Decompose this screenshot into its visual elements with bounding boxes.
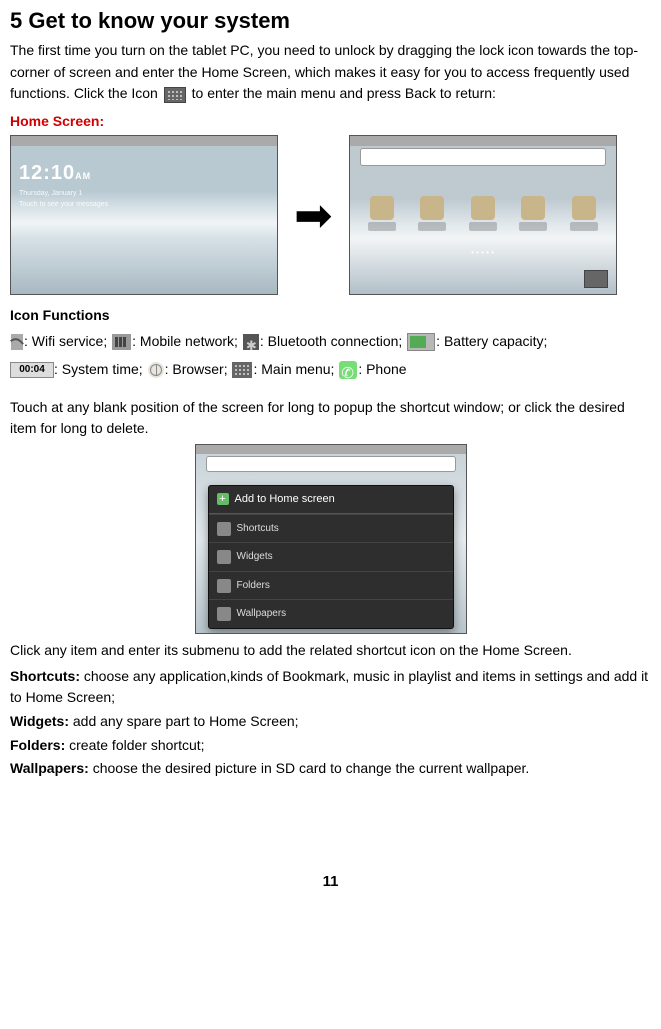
row-label: Shortcuts [237,521,279,537]
dialog-row-wallpapers: Wallpapers [209,599,453,628]
mobile-label: : Mobile network; [132,333,238,349]
def-widgets-text: add any spare part to Home Screen; [69,713,299,729]
homescreen-screenshot: • • • • • [349,135,617,295]
row-label: Widgets [237,549,273,565]
menu-label: : Main menu; [253,361,334,377]
browser-icon [148,362,164,378]
section-title-text: Get to know your system [28,8,290,33]
dialog-row-shortcuts: Shortcuts [209,514,453,543]
page-number: 11 [10,870,651,893]
app-icon [368,196,396,228]
def-wallpapers: Wallpapers: choose the desired picture i… [10,758,651,780]
search-bar [360,148,606,166]
bt-label: : Bluetooth connection; [260,333,402,349]
lock-day: Thursday, January 1 [19,189,108,200]
icon-functions-line1: : Wifi service; : Mobile network; : Blue… [10,327,651,355]
def-folders-text: create folder shortcut; [65,737,204,753]
browser-label: : Browser; [165,361,228,377]
battery-icon [407,333,435,351]
row-label: Wallpapers [237,606,287,622]
bluetooth-icon [243,334,259,350]
screenshot-row: 12:10AM Thursday, January 1 Touch to see… [10,135,651,295]
main-menu-icon [232,362,252,378]
section-heading: 5 Get to know your system [10,4,651,38]
page-dots: • • • • • [350,247,616,259]
mobile-network-icon [112,334,131,350]
dialog-header: + Add to Home screen [209,486,453,514]
arrow-right-icon: ➡ [294,192,333,238]
status-bar [11,136,277,146]
wifi-label: : Wifi service; [24,333,107,349]
row-icon [217,522,231,536]
def-shortcuts: Shortcuts: choose any application,kinds … [10,666,651,709]
row-label: Folders [237,578,270,594]
status-bar [350,136,616,146]
add-to-home-dialog: + Add to Home screen Shortcuts Widgets F… [208,485,454,629]
plus-icon: + [217,493,229,505]
def-folders: Folders: create folder shortcut; [10,735,651,757]
popup-screenshot: + Add to Home screen Shortcuts Widgets F… [195,444,467,634]
menu-tray-icon [584,270,608,288]
dialog-title: Add to Home screen [235,491,335,508]
def-wallpapers-label: Wallpapers: [10,760,89,776]
batt-label: : Battery capacity; [436,333,547,349]
def-shortcuts-text: choose any application,kinds of Bookmark… [10,668,648,706]
intro-tail: to enter the main menu and press Back to… [192,85,496,101]
search-bar [206,456,456,472]
lock-time: 12:10 [19,162,75,184]
app-icon [418,196,446,228]
icon-functions-line2: 00:04: System time; : Browser; : Main me… [10,355,651,383]
def-widgets-label: Widgets: [10,713,69,729]
app-row [368,196,598,228]
app-icon [469,196,497,228]
lock-ampm: AM [75,171,91,181]
phone-label: : Phone [358,361,406,377]
row-icon [217,579,231,593]
def-wallpapers-text: choose the desired picture in SD card to… [89,760,529,776]
def-shortcuts-label: Shortcuts: [10,668,80,684]
submenu-note: Click any item and enter its submenu to … [10,640,651,662]
home-screen-label: Home Screen: [10,111,651,133]
app-icon [570,196,598,228]
icon-functions-heading: Icon Functions [10,305,651,327]
row-icon [217,607,231,621]
lockscreen-screenshot: 12:10AM Thursday, January 1 Touch to see… [10,135,278,295]
time-label: : System time; [54,361,143,377]
status-bar [196,445,466,454]
touch-note: Touch at any blank position of the scree… [10,397,651,440]
row-icon [217,550,231,564]
section-number: 5 [10,8,22,33]
def-folders-label: Folders: [10,737,65,753]
def-widgets: Widgets: add any spare part to Home Scre… [10,711,651,733]
intro-paragraph: The first time you turn on the tablet PC… [10,40,651,105]
lock-clock: 12:10AM Thursday, January 1 Touch to see… [19,158,108,211]
phone-icon [339,361,357,379]
app-icon [519,196,547,228]
dialog-row-folders: Folders [209,571,453,600]
system-time-icon: 00:04 [10,362,54,378]
main-menu-grid-icon [164,87,186,103]
lock-hint: Touch to see your messages [19,200,108,211]
wifi-icon [11,334,23,350]
dialog-row-widgets: Widgets [209,542,453,571]
